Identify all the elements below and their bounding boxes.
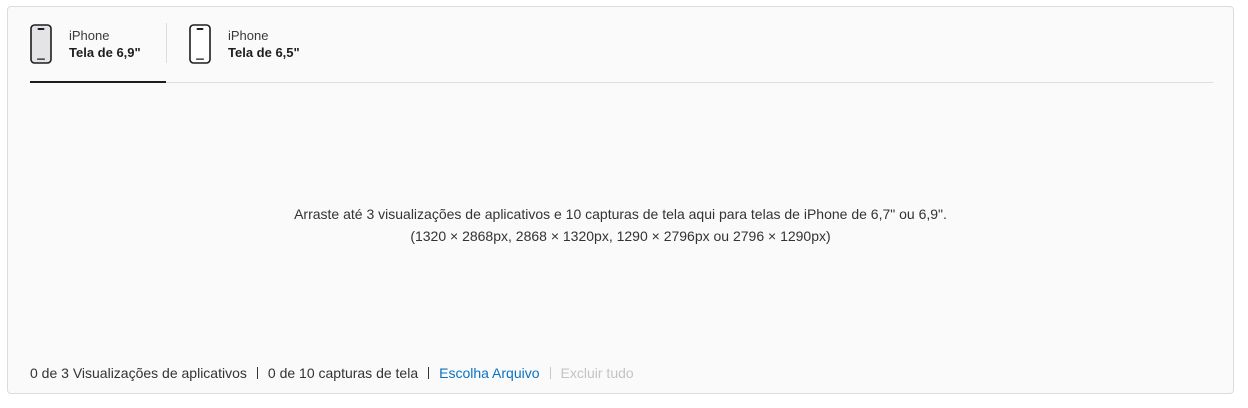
screenshot-upload-panel: iPhone Tela de 6,9" iPhone Tela de 6,5" … <box>7 6 1234 394</box>
tab-screen-size: Tela de 6,9" <box>69 45 141 60</box>
tab-label: iPhone Tela de 6,5" <box>228 28 300 62</box>
drop-zone-instructions: Arraste até 3 visualizações de aplicativ… <box>294 206 947 222</box>
choose-file-link[interactable]: Escolha Arquivo <box>439 365 539 381</box>
tab-iphone-6-5[interactable]: iPhone Tela de 6,5" <box>167 7 317 82</box>
tab-label: iPhone Tela de 6,9" <box>69 28 141 62</box>
tab-iphone-6-9[interactable]: iPhone Tela de 6,9" <box>30 7 166 83</box>
iphone-icon <box>30 24 52 64</box>
upload-footer: 0 de 3 Visualizações de aplicativos 0 de … <box>30 364 634 382</box>
drop-zone-dimensions: (1320 × 2868px, 2868 × 1320px, 1290 × 27… <box>410 228 831 244</box>
drop-zone[interactable]: Arraste até 3 visualizações de aplicativ… <box>8 203 1233 247</box>
tab-device-kind: iPhone <box>69 28 110 43</box>
previews-count: 0 de 3 Visualizações de aplicativos <box>30 365 247 381</box>
screenshots-count: 0 de 10 capturas de tela <box>267 365 419 381</box>
footer-separator <box>256 367 258 379</box>
footer-separator <box>428 367 430 379</box>
iphone-icon <box>189 24 211 64</box>
tab-screen-size: Tela de 6,5" <box>228 45 300 60</box>
footer-separator <box>549 367 551 379</box>
delete-all-link[interactable]: Excluir tudo <box>561 365 634 381</box>
tab-device-kind: iPhone <box>228 28 269 43</box>
device-size-tabs: iPhone Tela de 6,9" iPhone Tela de 6,5" <box>30 7 1213 83</box>
